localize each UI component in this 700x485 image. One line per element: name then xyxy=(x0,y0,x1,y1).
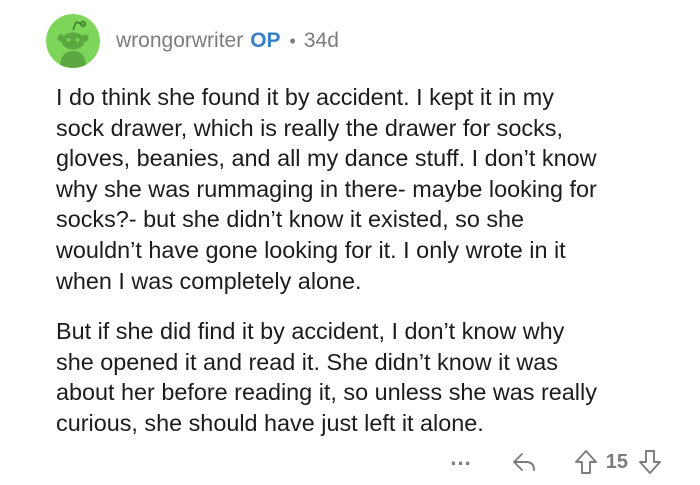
avatar[interactable] xyxy=(46,14,100,68)
comment: wrongorwriter OP • 34d I do think she fo… xyxy=(0,0,700,485)
comment-meta: wrongorwriter OP • 34d xyxy=(116,29,339,53)
comment-paragraph: I do think she found it by accident. I k… xyxy=(56,84,597,294)
upvote-button[interactable] xyxy=(572,448,600,476)
comment-paragraph: But if she did find it by accident, I do… xyxy=(56,318,597,436)
downvote-button[interactable] xyxy=(636,448,664,476)
vote-score: 15 xyxy=(605,450,628,473)
op-badge: OP xyxy=(250,29,281,52)
snoo-avatar-icon xyxy=(46,14,100,68)
comment-age: 34d xyxy=(303,29,339,52)
comment-body: I do think she found it by accident. I k… xyxy=(56,82,676,439)
reply-icon xyxy=(512,453,535,471)
comment-header: wrongorwriter OP • 34d xyxy=(46,14,339,68)
author-username[interactable]: wrongorwriter xyxy=(116,29,243,53)
reply-button[interactable] xyxy=(510,448,538,476)
upvote-arrow-icon xyxy=(574,450,597,474)
meta-separator: • xyxy=(289,30,296,51)
downvote-arrow-icon xyxy=(639,450,661,474)
comment-actions: ... 15 xyxy=(450,446,664,478)
more-options-button[interactable]: ... xyxy=(450,447,471,469)
